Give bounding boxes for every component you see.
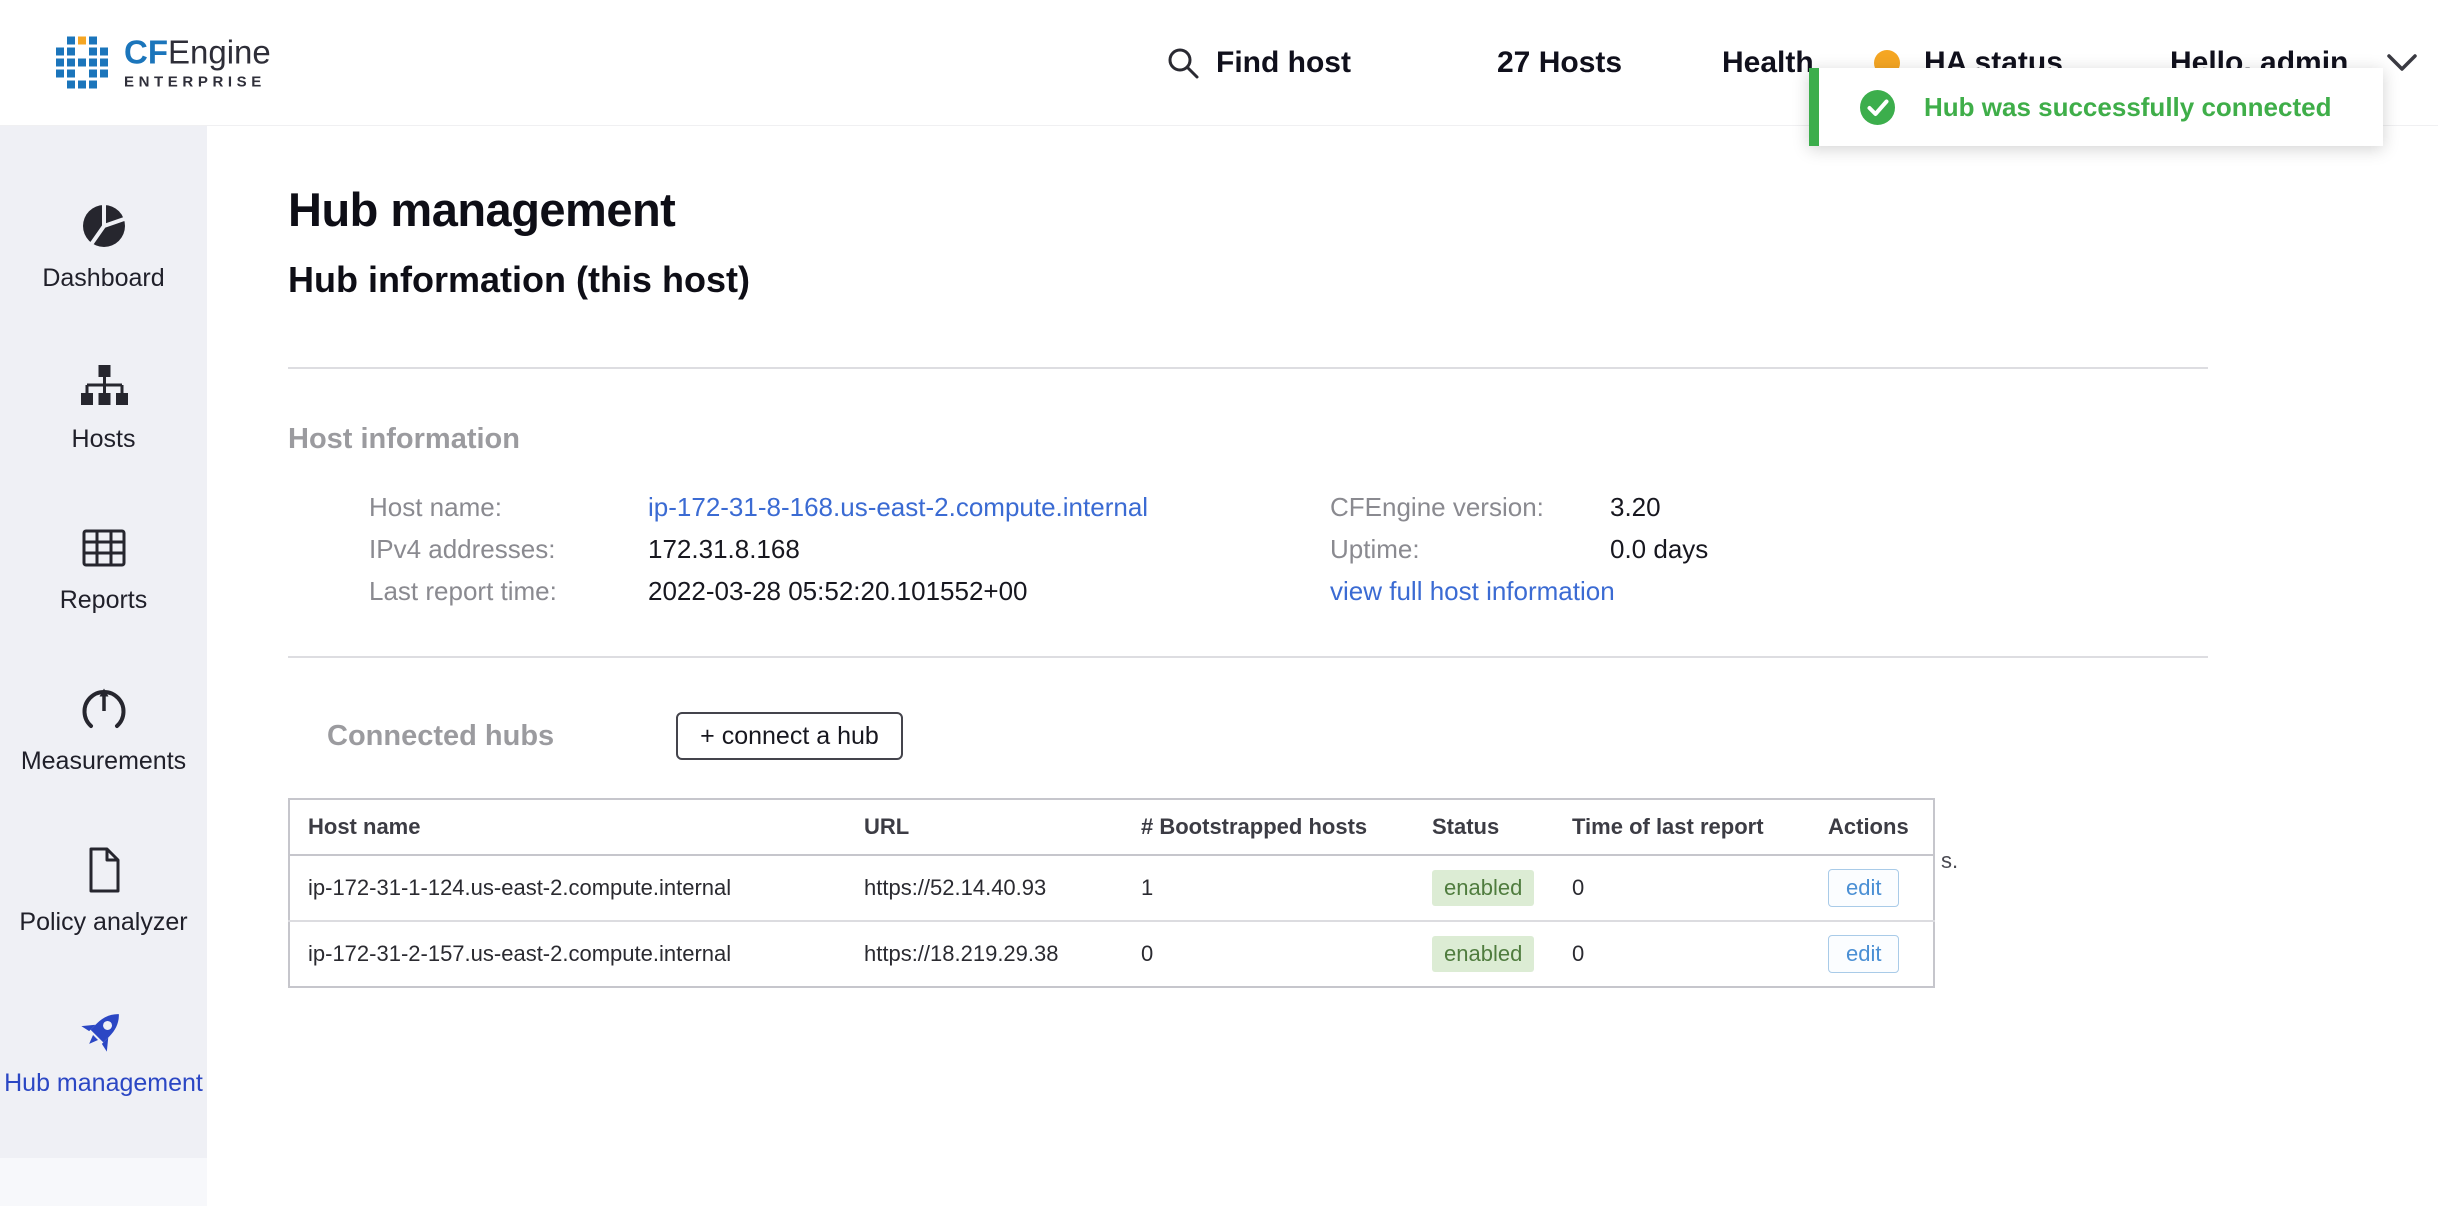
cell-bootstrapped: 0 xyxy=(1123,921,1414,987)
sidebar-item-hosts[interactable]: Hosts xyxy=(0,327,207,488)
search-icon xyxy=(1166,46,1200,80)
sidebar-item-label: Policy analyzer xyxy=(15,907,191,937)
column-header-host-name: Host name xyxy=(289,799,846,855)
sidebar: Dashboard Hosts Reports xyxy=(0,126,207,1206)
status-badge: enabled xyxy=(1432,936,1534,972)
sidebar-item-label: Dashboard xyxy=(38,263,168,293)
info-row-full-info: view full host information xyxy=(1330,570,1708,612)
info-label: IPv4 addresses: xyxy=(369,528,648,570)
info-row-version: CFEngine version: 3.20 xyxy=(1330,486,1708,528)
screen: CFEngine ENTERPRISE Find host 27 Hosts H… xyxy=(0,0,2438,1206)
info-label: Last report time: xyxy=(369,570,648,612)
rocket-icon xyxy=(79,1006,129,1056)
sidebar-footer xyxy=(0,1158,207,1206)
cell-url: https://18.219.29.38 xyxy=(846,921,1123,987)
sidebar-item-label: Hub management xyxy=(0,1068,207,1098)
sidebar-item-policy-analyzer[interactable]: Policy analyzer xyxy=(0,810,207,971)
sidebar-item-label: Hosts xyxy=(68,424,140,454)
find-host-label: Find host xyxy=(1216,46,1351,80)
view-full-host-information-link[interactable]: view full host information xyxy=(1330,570,1615,612)
info-label: Uptime: xyxy=(1330,528,1610,570)
dashboard-icon xyxy=(79,201,129,251)
logo-enterprise: ENTERPRISE xyxy=(124,73,271,90)
sidebar-item-label: Reports xyxy=(56,585,152,615)
cfengine-logo[interactable]: CFEngine ENTERPRISE xyxy=(56,35,271,90)
info-row-last-report: Last report time: 2022-03-28 05:52:20.10… xyxy=(369,570,1330,612)
status-badge: enabled xyxy=(1432,870,1534,906)
info-label: Host name: xyxy=(369,486,648,528)
divider xyxy=(288,656,2208,658)
sidebar-item-hub-management[interactable]: Hub management xyxy=(0,971,207,1132)
connected-hubs-heading: Connected hubs xyxy=(327,720,554,753)
find-host-search[interactable]: Find host xyxy=(1166,46,1351,80)
sidebar-item-dashboard[interactable]: Dashboard xyxy=(0,166,207,327)
table-row: ip-172-31-1-124.us-east-2.compute.intern… xyxy=(289,855,1934,921)
table-row: ip-172-31-2-157.us-east-2.compute.intern… xyxy=(289,921,1934,987)
column-header-status: Status xyxy=(1414,799,1554,855)
host-information-heading: Host information xyxy=(288,423,2438,456)
stray-text-fragment: s. xyxy=(1941,848,1958,874)
connected-hubs-table: Host name URL # Bootstrapped hosts Statu… xyxy=(288,798,1935,988)
cell-last-report: 0 xyxy=(1554,855,1810,921)
cell-url: https://52.14.40.93 xyxy=(846,855,1123,921)
connect-a-hub-button[interactable]: + connect a hub xyxy=(676,712,903,760)
health-label: Health xyxy=(1722,46,1814,80)
check-circle-icon xyxy=(1859,89,1896,126)
logo-engine: Engine xyxy=(168,33,271,70)
info-value: 2022-03-28 05:52:20.101552+00 xyxy=(648,570,1028,612)
host-info-left-column: Host name: ip-172-31-8-168.us-east-2.com… xyxy=(369,486,1330,612)
info-row-host-name: Host name: ip-172-31-8-168.us-east-2.com… xyxy=(369,486,1330,528)
hosts-count-label: 27 Hosts xyxy=(1497,46,1622,80)
divider xyxy=(288,367,2208,369)
column-header-last-report: Time of last report xyxy=(1554,799,1810,855)
sitemap-icon xyxy=(79,362,129,412)
chevron-down-icon[interactable] xyxy=(2386,53,2418,73)
host-info-right-column: CFEngine version: 3.20 Uptime: 0.0 days … xyxy=(1330,486,1708,612)
sidebar-nav: Dashboard Hosts Reports xyxy=(0,126,207,1132)
cell-host-name: ip-172-31-1-124.us-east-2.compute.intern… xyxy=(289,855,846,921)
cell-last-report: 0 xyxy=(1554,921,1810,987)
info-value: 172.31.8.168 xyxy=(648,528,800,570)
main-content: Hub management Hub information (this hos… xyxy=(207,126,2438,1206)
info-row-ipv4: IPv4 addresses: 172.31.8.168 xyxy=(369,528,1330,570)
page-subtitle: Hub information (this host) xyxy=(288,259,2438,301)
sidebar-item-measurements[interactable]: Measurements xyxy=(0,649,207,810)
document-icon xyxy=(79,845,129,895)
table-header-row: Host name URL # Bootstrapped hosts Statu… xyxy=(289,799,1934,855)
cfengine-logo-icon xyxy=(56,37,108,89)
nav-health[interactable]: Health xyxy=(1722,46,1814,80)
host-information-grid: Host name: ip-172-31-8-168.us-east-2.com… xyxy=(369,486,2438,612)
connected-hubs-header: Connected hubs + connect a hub xyxy=(327,712,2438,760)
info-value: 3.20 xyxy=(1610,486,1661,528)
sidebar-item-reports[interactable]: Reports xyxy=(0,488,207,649)
cell-bootstrapped: 1 xyxy=(1123,855,1414,921)
cell-host-name: ip-172-31-2-157.us-east-2.compute.intern… xyxy=(289,921,846,987)
column-header-actions: Actions xyxy=(1810,799,1934,855)
edit-button[interactable]: edit xyxy=(1828,869,1899,907)
sidebar-item-label: Measurements xyxy=(17,746,190,776)
cfengine-logo-text: CFEngine ENTERPRISE xyxy=(124,35,271,90)
cell-actions: edit xyxy=(1810,855,1934,921)
info-label: CFEngine version: xyxy=(1330,486,1610,528)
logo-cf: CF xyxy=(124,33,168,70)
column-header-url: URL xyxy=(846,799,1123,855)
info-row-uptime: Uptime: 0.0 days xyxy=(1330,528,1708,570)
table-icon xyxy=(79,523,129,573)
cell-status: enabled xyxy=(1414,855,1554,921)
column-header-bootstrapped: # Bootstrapped hosts xyxy=(1123,799,1414,855)
info-value: 0.0 days xyxy=(1610,528,1708,570)
host-name-link[interactable]: ip-172-31-8-168.us-east-2.compute.intern… xyxy=(648,486,1148,528)
toast-message: Hub was successfully connected xyxy=(1924,92,2331,123)
toast-notification: Hub was successfully connected xyxy=(1809,68,2383,146)
cell-actions: edit xyxy=(1810,921,1934,987)
cell-status: enabled xyxy=(1414,921,1554,987)
nav-hosts-count[interactable]: 27 Hosts xyxy=(1497,46,1622,80)
gauge-icon xyxy=(79,684,129,734)
edit-button[interactable]: edit xyxy=(1828,935,1899,973)
